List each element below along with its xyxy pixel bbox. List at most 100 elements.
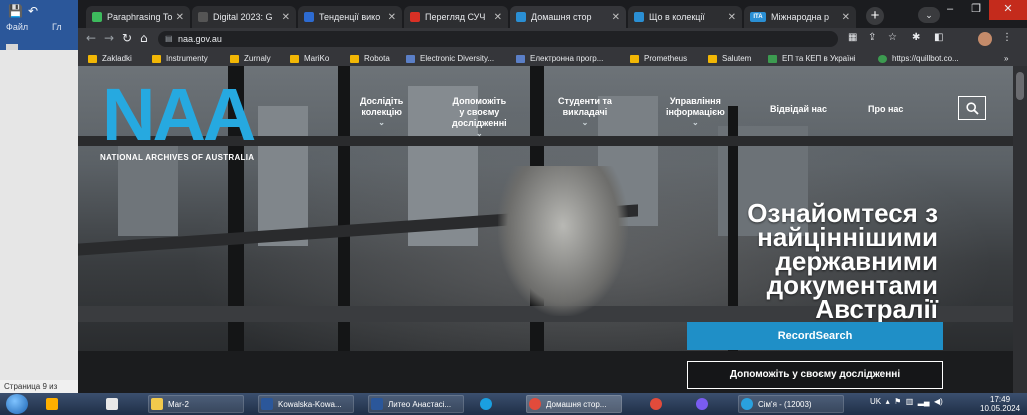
viber-icon bbox=[696, 398, 708, 410]
taskbar-app-1[interactable] bbox=[44, 395, 63, 413]
tab-close-icon[interactable]: ✕ bbox=[176, 12, 184, 23]
bookmark-label: Електронна прогр... bbox=[530, 54, 604, 63]
bookmark-item[interactable]: https://quillbot.co... bbox=[878, 53, 959, 64]
bookmark-item[interactable]: Електронна прогр... bbox=[516, 53, 603, 64]
taskbar-word-lyteo[interactable]: Литео Анастасі... bbox=[368, 395, 464, 413]
start-button[interactable] bbox=[6, 394, 28, 414]
nav-help-research[interactable]: Допоможіть у своєму дослідженні ⌄ bbox=[452, 96, 507, 138]
bookmark-item[interactable]: Robota bbox=[350, 53, 390, 64]
clock[interactable]: 17:49 10.05.2024 bbox=[980, 395, 1020, 413]
profile-avatar[interactable] bbox=[978, 32, 992, 46]
home-icon[interactable]: ⌂ bbox=[140, 31, 148, 45]
bookmark-label: ЕП та КЕП в Україні bbox=[782, 54, 856, 63]
tab-tendentsii[interactable]: Тенденції вико ✕ bbox=[298, 6, 402, 28]
chrome-icon bbox=[529, 398, 541, 410]
nav-visit-us[interactable]: Відвідай нас bbox=[770, 104, 827, 115]
translate-icon[interactable]: ▦ bbox=[848, 32, 857, 43]
flag-icon[interactable]: ⚑ bbox=[892, 397, 901, 406]
clock-time: 17:49 bbox=[990, 395, 1011, 404]
taskbar-telegram[interactable]: Сім'я - (12003) bbox=[738, 395, 844, 413]
naa-logo-letters: NAA bbox=[102, 73, 256, 156]
save-icon[interactable]: 💾 bbox=[8, 4, 23, 18]
undo-icon[interactable]: ↶ bbox=[28, 4, 38, 18]
bookmark-item[interactable]: Electronic Diversity... bbox=[406, 53, 494, 64]
tab-close-icon[interactable]: ✕ bbox=[494, 12, 502, 23]
close-window-icon[interactable]: ✕ bbox=[989, 0, 1027, 20]
maximize-icon[interactable]: ❐ bbox=[963, 0, 989, 20]
bookmark-label: MariKo bbox=[304, 54, 330, 63]
reload-icon[interactable]: ↻ bbox=[122, 31, 132, 45]
folder-icon bbox=[708, 54, 717, 63]
tab-digital-2023[interactable]: Digital 2023: G ✕ bbox=[192, 6, 296, 28]
taskbar-folder-mar[interactable]: Mar-2 bbox=[148, 395, 244, 413]
nav-label: Про нас bbox=[868, 104, 904, 114]
minimize-icon[interactable]: – bbox=[937, 0, 963, 20]
bookmark-item[interactable]: ЕП та КЕП в Україні bbox=[768, 53, 856, 64]
new-tab-button[interactable]: + bbox=[866, 7, 884, 25]
tab-close-icon[interactable]: ✕ bbox=[282, 12, 290, 23]
tab-shcho-v-kolektsii[interactable]: Що в колекції ✕ bbox=[628, 6, 742, 28]
taskbar-app-viber[interactable] bbox=[694, 395, 713, 413]
taskbar-app-2[interactable] bbox=[104, 395, 123, 413]
bookmark-item[interactable]: Zurnaly bbox=[230, 53, 271, 64]
word-menu-home[interactable]: Гл bbox=[52, 22, 62, 32]
language-indicator[interactable]: UK bbox=[870, 397, 881, 406]
tab-perehliad[interactable]: Перегляд СУЧ ✕ bbox=[404, 6, 508, 28]
volume-icon[interactable]: ◀) bbox=[932, 397, 943, 406]
bookmark-label: https://quillbot.co... bbox=[892, 54, 959, 63]
extensions-icon[interactable]: ✱ bbox=[912, 32, 920, 43]
search-button[interactable] bbox=[958, 96, 986, 120]
page-scrollbar[interactable] bbox=[1013, 66, 1027, 393]
bookmarks-overflow-button[interactable]: » bbox=[1004, 53, 1008, 64]
word-document-area[interactable] bbox=[0, 50, 78, 380]
nav-label: Управління bbox=[669, 96, 721, 106]
tab-favicon-icon bbox=[634, 12, 644, 22]
signal-icon[interactable]: ▂▄ bbox=[916, 397, 930, 406]
tab-close-icon[interactable]: ✕ bbox=[728, 12, 736, 23]
tab-close-icon[interactable]: ✕ bbox=[842, 12, 850, 23]
share-icon[interactable]: ⇪ bbox=[868, 32, 876, 43]
bookmark-star-icon[interactable]: ☆ bbox=[888, 32, 897, 43]
taskbar-label: Литео Анастасі... bbox=[388, 399, 452, 409]
tab-favicon-icon bbox=[198, 12, 208, 22]
taskbar-app-edge[interactable] bbox=[478, 395, 497, 413]
clock-date: 10.05.2024 bbox=[980, 404, 1021, 413]
tab-domashnia[interactable]: Домашня стор ✕ bbox=[510, 6, 626, 28]
bookmark-item[interactable]: MariKo bbox=[290, 53, 329, 64]
page-icon bbox=[406, 54, 415, 63]
menu-dots-icon[interactable]: ⋮ bbox=[1002, 32, 1012, 43]
taskbar-app-chrome[interactable] bbox=[648, 395, 667, 413]
word-menu-file[interactable]: Файл bbox=[6, 22, 28, 32]
nav-label: Допоможіть bbox=[452, 96, 507, 106]
nav-information-management[interactable]: Управління інформацією ⌄ bbox=[666, 96, 725, 127]
nav-about-us[interactable]: Про нас bbox=[868, 104, 903, 115]
nav-explore-collection[interactable]: Дослідіть колекцію ⌄ bbox=[360, 96, 403, 127]
bookmark-item[interactable]: Zakladki bbox=[88, 53, 132, 64]
network-icon[interactable]: ▥ bbox=[903, 397, 914, 406]
tab-mizhnarodna[interactable]: ITA Міжнародна р ✕ bbox=[744, 6, 856, 28]
tray-expand-icon[interactable]: ▴ bbox=[883, 397, 890, 406]
scrollbar-thumb[interactable] bbox=[1016, 72, 1024, 100]
site-info-icon[interactable]: ▤ bbox=[165, 31, 173, 47]
chevron-down-icon: ⌄ bbox=[378, 118, 385, 127]
recordsearch-button[interactable]: RecordSearch bbox=[687, 322, 943, 350]
bookmark-label: Instrumenty bbox=[166, 54, 208, 63]
folder-icon bbox=[151, 398, 163, 410]
bookmark-item[interactable]: Prometheus bbox=[630, 53, 687, 64]
taskbar-label: Kowalska-Kowa... bbox=[278, 399, 342, 409]
back-icon[interactable]: ← bbox=[86, 31, 96, 45]
tab-paraphrasing[interactable]: Paraphrasing To ✕ bbox=[86, 6, 190, 28]
side-panel-icon[interactable]: ◧ bbox=[934, 32, 943, 43]
tab-close-icon[interactable]: ✕ bbox=[612, 12, 620, 23]
bookmark-item[interactable]: Salutem bbox=[708, 53, 751, 64]
taskbar-word-kowalska[interactable]: Kowalska-Kowa... bbox=[258, 395, 354, 413]
address-bar[interactable]: ▤ naa.gov.au bbox=[158, 31, 838, 47]
forward-icon[interactable]: → bbox=[104, 31, 114, 45]
folder-icon bbox=[350, 54, 359, 63]
tab-title: Paraphrasing To bbox=[107, 12, 172, 22]
nav-students-teachers[interactable]: Студенти та викладачі ⌄ bbox=[558, 96, 612, 127]
bookmark-item[interactable]: Instrumenty bbox=[152, 53, 208, 64]
help-research-button[interactable]: Допоможіть у своєму дослідженні bbox=[687, 361, 943, 389]
taskbar-chrome-domashnia[interactable]: Домашня стор... bbox=[526, 395, 622, 413]
tab-close-icon[interactable]: ✕ bbox=[388, 12, 396, 23]
